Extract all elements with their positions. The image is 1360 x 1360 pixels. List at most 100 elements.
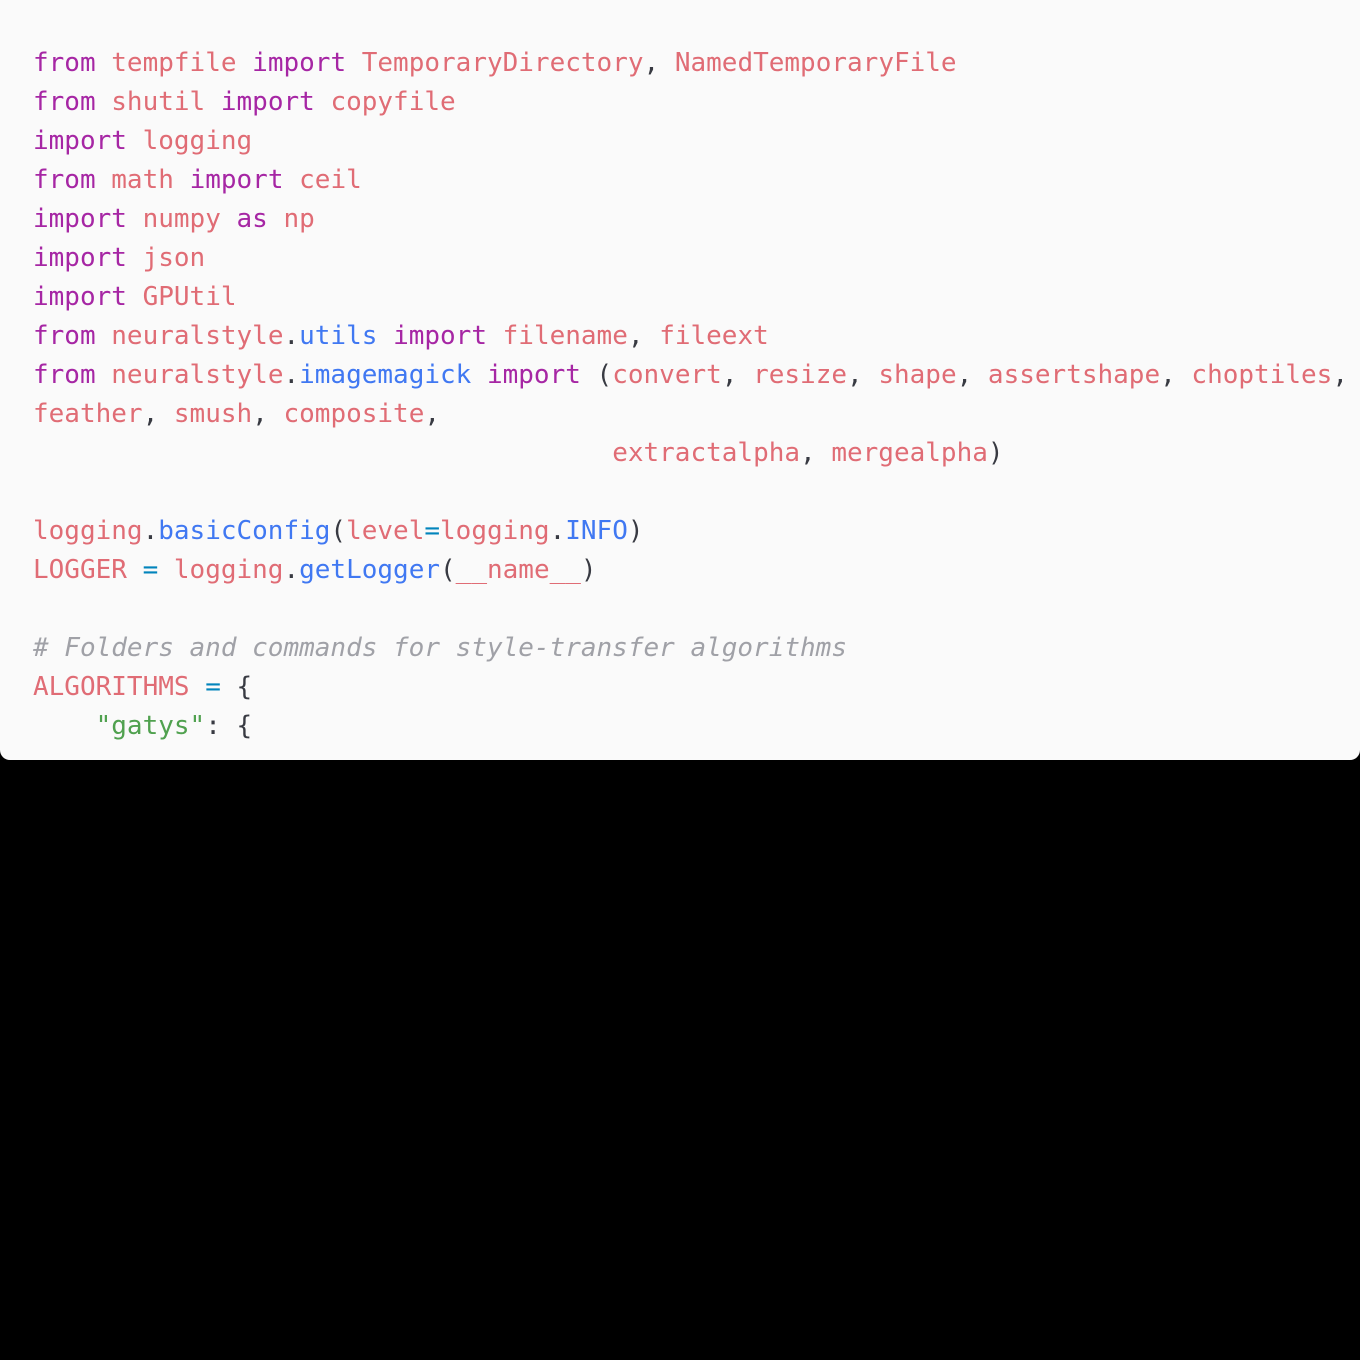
code-token: .: [283, 360, 300, 390]
code-token: composite: [283, 399, 425, 429]
code-token: # Folders and commands for style-transfe…: [33, 633, 847, 663]
code-token: ,: [643, 48, 675, 78]
code-line: extractalpha, mergealpha): [33, 434, 1348, 473]
code-token: ): [627, 516, 644, 546]
code-token: (: [440, 555, 456, 585]
code-line: feather, smush, composite,: [33, 395, 1348, 434]
code-token: {: [220, 672, 253, 702]
code-line: from neuralstyle.imagemagick import (con…: [33, 356, 1348, 395]
code-token: mergealpha: [831, 438, 988, 468]
code-line: import logging: [33, 122, 1348, 161]
code-token: level: [346, 516, 425, 546]
code-line: ​: [33, 473, 1348, 512]
code-token: logging: [33, 516, 143, 546]
code-token: (: [330, 516, 347, 546]
code-token: import: [33, 282, 127, 312]
code-token: shape: [878, 360, 957, 390]
code-token: ,: [956, 360, 988, 390]
code-token: ,: [800, 438, 832, 468]
code-token: tempfile: [111, 48, 237, 78]
code-token: logging: [142, 126, 253, 156]
code-token: INFO: [565, 516, 628, 546]
code-token: GPUtil: [142, 282, 237, 312]
code-token: np: [283, 204, 315, 234]
code-token: from: [33, 87, 96, 117]
code-token: from: [33, 321, 96, 351]
code-token: .: [283, 321, 300, 351]
code-token: ): [580, 555, 597, 585]
code-token: logging: [173, 555, 284, 585]
code-token: .: [549, 516, 566, 546]
code-token: ,: [847, 360, 879, 390]
code-token: ,: [1160, 360, 1192, 390]
code-line: from math import ceil: [33, 161, 1348, 200]
code-block[interactable]: from tempfile import TemporaryDirectory,…: [33, 44, 1348, 746]
code-token: as: [236, 204, 268, 234]
code-token: : {: [205, 711, 253, 741]
code-token: resize: [753, 360, 848, 390]
code-token: assertshape: [987, 360, 1161, 390]
code-token: ): [987, 438, 1004, 468]
code-line: from neuralstyle.utils import filename, …: [33, 317, 1348, 356]
code-line: # Folders and commands for style-transfe…: [33, 629, 1348, 668]
code-token: import: [33, 243, 127, 273]
code-token: import: [393, 321, 487, 351]
code-token: ,: [721, 360, 754, 390]
code-token: copyfile: [330, 87, 456, 117]
code-line: logging.basicConfig(level=logging.INFO): [33, 512, 1348, 551]
code-token: fileext: [659, 321, 769, 351]
code-token: =: [424, 516, 441, 546]
code-token: smush: [173, 399, 253, 429]
code-token: ,: [252, 399, 284, 429]
code-token: ,: [424, 399, 441, 429]
code-token: utils: [299, 321, 378, 351]
code-token: import: [33, 204, 127, 234]
code-token: ,: [1332, 360, 1348, 390]
code-line: from tempfile import TemporaryDirectory,…: [33, 44, 1348, 83]
code-token: .: [283, 555, 300, 585]
code-token: =: [142, 555, 159, 585]
code-token: ceil: [299, 165, 362, 195]
code-token: ALGORITHMS: [33, 672, 190, 702]
code-token: import: [220, 87, 315, 117]
code-token: ,: [627, 321, 660, 351]
code-token: numpy: [142, 204, 221, 234]
code-token: json: [142, 243, 206, 273]
code-token: neuralstyle: [111, 321, 284, 351]
code-token: neuralstyle: [111, 360, 284, 390]
code-token: (: [580, 360, 613, 390]
code-line: "gatys": {: [33, 707, 1348, 746]
code-token: import: [189, 165, 284, 195]
code-token: from: [33, 165, 96, 195]
code-token: "gatys": [95, 711, 206, 741]
code-token: feather: [33, 399, 143, 429]
code-token: imagemagick: [299, 360, 472, 390]
code-token: from: [33, 48, 96, 78]
code-line: from shutil import copyfile: [33, 83, 1348, 122]
code-token: =: [205, 672, 221, 702]
code-token: LOGGER: [33, 555, 127, 585]
code-token: NamedTemporaryFile: [674, 48, 957, 78]
code-token: import: [33, 126, 127, 156]
code-token: basicConfig: [158, 516, 331, 546]
code-token: logging: [440, 516, 550, 546]
code-token: extractalpha: [612, 438, 801, 468]
code-token: import: [486, 360, 581, 390]
code-token: import: [252, 48, 347, 78]
